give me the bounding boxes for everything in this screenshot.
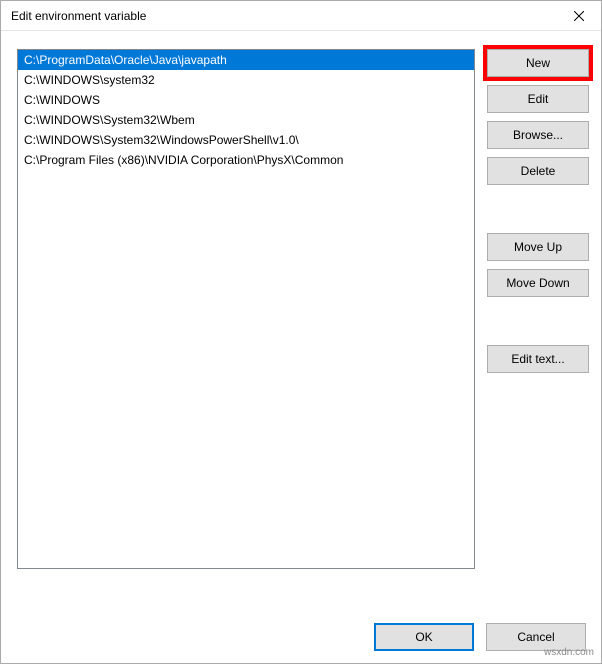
move-down-button[interactable]: Move Down — [487, 269, 589, 297]
close-icon — [574, 11, 584, 21]
ok-button[interactable]: OK — [374, 623, 474, 651]
list-item[interactable]: C:\WINDOWS\system32 — [18, 70, 474, 90]
browse-button[interactable]: Browse... — [487, 121, 589, 149]
new-button[interactable]: New — [487, 49, 589, 77]
delete-button[interactable]: Delete — [487, 157, 589, 185]
list-item[interactable]: C:\WINDOWS\System32\Wbem — [18, 110, 474, 130]
spacer — [487, 305, 589, 337]
list-item[interactable]: C:\WINDOWS\System32\WindowsPowerShell\v1… — [18, 130, 474, 150]
cancel-button[interactable]: Cancel — [486, 623, 586, 651]
titlebar: Edit environment variable — [1, 1, 601, 31]
edit-env-var-dialog: Edit environment variable C:\ProgramData… — [0, 0, 602, 664]
dialog-content: C:\ProgramData\Oracle\Java\javapathC:\WI… — [1, 31, 601, 663]
list-item[interactable]: C:\WINDOWS — [18, 90, 474, 110]
list-item[interactable]: C:\Program Files (x86)\NVIDIA Corporatio… — [18, 150, 474, 170]
side-buttons: New Edit Browse... Delete Move Up Move D… — [487, 49, 589, 609]
list-item[interactable]: C:\ProgramData\Oracle\Java\javapath — [18, 50, 474, 70]
move-up-button[interactable]: Move Up — [487, 233, 589, 261]
window-title: Edit environment variable — [11, 9, 146, 23]
dialog-footer: OK Cancel — [17, 609, 589, 651]
close-button[interactable] — [556, 1, 601, 30]
spacer — [487, 193, 589, 225]
path-listbox[interactable]: C:\ProgramData\Oracle\Java\javapathC:\WI… — [17, 49, 475, 569]
main-row: C:\ProgramData\Oracle\Java\javapathC:\WI… — [17, 49, 589, 609]
edit-button[interactable]: Edit — [487, 85, 589, 113]
edit-text-button[interactable]: Edit text... — [487, 345, 589, 373]
